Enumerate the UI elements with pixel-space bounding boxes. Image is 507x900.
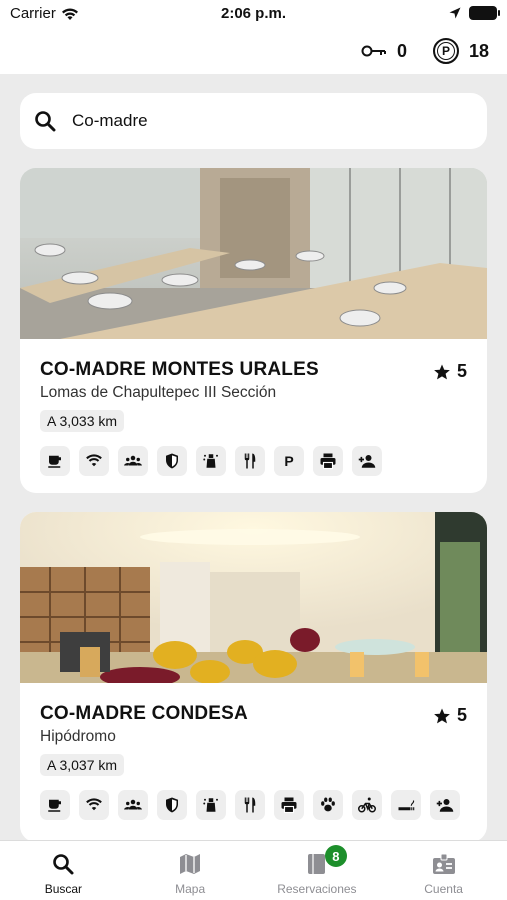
rating-value: 5 [456,705,467,725]
tab-mapa[interactable]: Mapa [127,841,254,900]
coworking-card[interactable]: CO-MADRE MONTES URALES Lomas de Chapulte… [20,168,487,493]
tab-cuenta[interactable]: Cuenta [380,841,507,900]
tab-label: Cuenta [424,882,463,896]
tab-buscar[interactable]: Buscar [0,841,127,900]
cleaning-icon [196,790,226,820]
book-icon: 8 [305,845,347,877]
points-count: 18 [468,40,489,61]
reservations-badge: 8 [324,845,347,867]
add-guest-icon [430,790,460,820]
rating: 5 [433,361,467,382]
coffee-icon [40,790,70,820]
user-counters: 0 P 18 [343,38,489,64]
search-input[interactable] [72,111,452,131]
coworking-area: Hipódromo [40,728,116,745]
search-bar[interactable] [20,93,487,149]
points-counter[interactable]: P 18 [432,38,489,64]
key-icon [361,45,386,57]
map-icon [178,851,202,877]
amenities-list [40,790,467,820]
tab-label: Mapa [175,882,206,896]
points-coin-icon: P [432,38,459,64]
tab-bar: Buscar Mapa 8 Reservaciones Cuenta [0,840,507,900]
coworking-photo [20,168,487,339]
card-details: CO-MADRE MONTES URALES Lomas de Chapulte… [20,339,487,476]
printer-icon [274,790,304,820]
restaurant-icon [235,790,265,820]
community-icon [118,790,148,820]
star-icon [434,364,450,379]
coworking-name: CO-MADRE MONTES URALES [40,359,319,380]
security-shield-icon [157,790,187,820]
search-icon [35,111,56,132]
id-card-icon [432,851,456,877]
printer-icon [313,446,343,476]
security-shield-icon [157,446,187,476]
parking-icon: P [274,446,304,476]
coffee-icon [40,446,70,476]
coworking-photo [20,512,487,683]
wifi-icon [79,790,109,820]
tab-label: Buscar [44,882,83,896]
smoking-area-icon [391,790,421,820]
distance-badge: A 3,037 km [40,754,125,776]
bike-icon [352,790,382,820]
coworking-area: Lomas de Chapultepec III Sección [40,384,277,401]
coworking-name: CO-MADRE CONDESA [40,703,248,724]
top-bar: 0 P 18 [0,28,507,74]
wifi-icon [79,446,109,476]
cleaning-icon [196,446,226,476]
restaurant-icon [235,446,265,476]
status-time: 2:06 p.m. [220,5,287,22]
keys-count: 0 [396,40,407,61]
keys-counter[interactable]: 0 [361,41,407,62]
coworking-card[interactable]: CO-MADRE CONDESA Hipódromo 5 A 3,037 km [20,512,487,842]
rating-value: 5 [456,361,467,381]
location-arrow-icon [449,7,461,19]
star-icon [434,708,450,723]
amenities-list: P [40,446,467,476]
tab-reservaciones[interactable]: 8 Reservaciones [254,841,381,900]
tab-label: Reservaciones [277,882,357,896]
community-icon [118,446,148,476]
rating: 5 [433,705,467,726]
battery-icon [469,6,500,20]
search-icon [51,851,75,877]
status-bar: Carrier 2:06 p.m. [0,0,507,28]
pet-paw-icon [313,790,343,820]
card-details: CO-MADRE CONDESA Hipódromo 5 A 3,037 km [20,683,487,820]
status-indicators [449,6,500,20]
add-guest-icon [352,446,382,476]
distance-badge: A 3,033 km [40,410,125,432]
